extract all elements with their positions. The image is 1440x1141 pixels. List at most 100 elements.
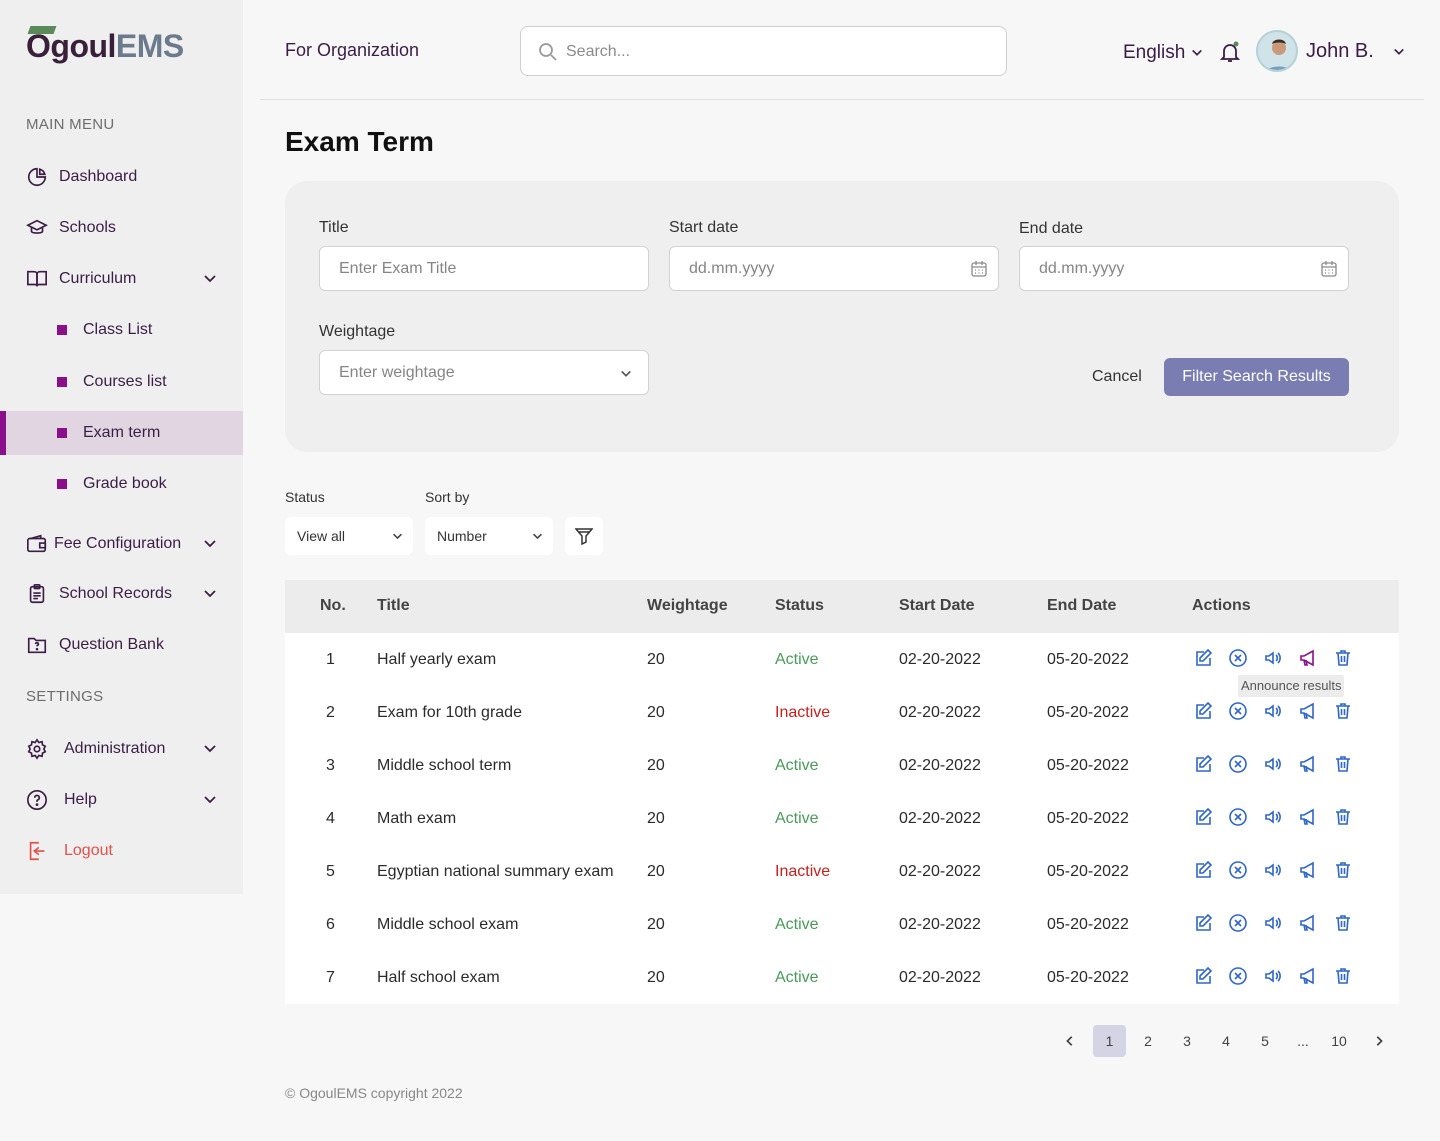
- pagination-page[interactable]: 5: [1251, 1025, 1279, 1057]
- avatar[interactable]: [1256, 30, 1298, 72]
- pagination-prev[interactable]: [1058, 1025, 1082, 1057]
- search-input[interactable]: [566, 39, 986, 65]
- pagination-page[interactable]: 3: [1173, 1025, 1201, 1057]
- sidebar-item-label: Logout: [64, 842, 113, 859]
- edit-icon[interactable]: [1193, 913, 1213, 933]
- deactivate-icon[interactable]: [1228, 913, 1248, 933]
- cell-title: Half yearly exam: [377, 651, 497, 668]
- deactivate-icon[interactable]: [1228, 648, 1248, 668]
- calendar-icon[interactable]: [1320, 260, 1338, 278]
- sidebar-item-question-bank[interactable]: Question Bank: [0, 623, 243, 667]
- delete-icon[interactable]: [1333, 807, 1353, 827]
- weightage-select[interactable]: Enter weightage: [319, 350, 649, 395]
- app-logo[interactable]: OgoulEMS: [26, 28, 184, 65]
- sidebar-item-dashboard[interactable]: Dashboard: [0, 155, 243, 199]
- filter-button[interactable]: [565, 517, 603, 555]
- announce-results-icon[interactable]: [1298, 754, 1318, 774]
- announce-results-icon[interactable]: [1298, 701, 1318, 721]
- announce-results-icon[interactable]: [1298, 913, 1318, 933]
- sidebar-item-schools[interactable]: Schools: [0, 206, 243, 250]
- pagination-page[interactable]: 1: [1093, 1025, 1126, 1057]
- announce-results-icon[interactable]: [1298, 860, 1318, 880]
- sidebar-item-label: School Records: [59, 585, 172, 602]
- delete-icon[interactable]: [1333, 754, 1353, 774]
- start-date-input[interactable]: dd.mm.yyyy: [669, 246, 999, 291]
- speaker-icon[interactable]: [1263, 701, 1283, 721]
- edit-icon[interactable]: [1193, 701, 1213, 721]
- sort-by-select[interactable]: Number: [425, 517, 553, 555]
- title-placeholder: Enter Exam Title: [339, 260, 457, 277]
- cell-status: Active: [775, 969, 819, 986]
- bell-icon[interactable]: [1218, 40, 1242, 64]
- column-header-no[interactable]: No.: [320, 597, 346, 615]
- chevron-down-icon: [393, 533, 402, 540]
- language-selector[interactable]: English: [1123, 42, 1203, 64]
- column-header-weightage[interactable]: Weightage: [647, 597, 728, 615]
- pagination-next[interactable]: [1367, 1025, 1391, 1057]
- title-input[interactable]: Enter Exam Title: [319, 246, 649, 291]
- column-header-status[interactable]: Status: [775, 597, 824, 615]
- delete-icon[interactable]: [1333, 966, 1353, 986]
- pagination-page[interactable]: 10: [1325, 1025, 1353, 1057]
- sidebar-item-help[interactable]: Help: [0, 778, 243, 822]
- pagination-page[interactable]: 2: [1134, 1025, 1162, 1057]
- cell-title: Exam for 10th grade: [377, 704, 522, 721]
- sidebar-subitem-grade-book[interactable]: Grade book: [0, 462, 243, 506]
- end-date-input[interactable]: dd.mm.yyyy: [1019, 246, 1349, 291]
- sidebar-subitem-courses-list[interactable]: Courses list: [0, 360, 243, 404]
- edit-icon[interactable]: [1193, 807, 1213, 827]
- announce-results-icon[interactable]: [1298, 966, 1318, 986]
- pagination-page[interactable]: 4: [1212, 1025, 1240, 1057]
- speaker-icon[interactable]: [1263, 913, 1283, 933]
- speaker-icon[interactable]: [1263, 807, 1283, 827]
- sidebar-item-curriculum[interactable]: Curriculum: [0, 257, 243, 301]
- sidebar-item-school-records[interactable]: School Records: [0, 572, 243, 616]
- sidebar-item-label: Fee Configuration: [54, 535, 182, 552]
- sidebar-item-fee-configuration[interactable]: Fee Configuration: [0, 522, 243, 566]
- settings-heading: SETTINGS: [26, 688, 104, 705]
- deactivate-icon[interactable]: [1228, 807, 1248, 827]
- column-header-end-date[interactable]: End Date: [1047, 597, 1116, 615]
- edit-icon[interactable]: [1193, 754, 1213, 774]
- column-header-start-date[interactable]: Start Date: [899, 597, 975, 615]
- delete-icon[interactable]: [1333, 701, 1353, 721]
- cell-weightage: 20: [647, 969, 665, 986]
- calendar-icon[interactable]: [970, 260, 988, 278]
- username[interactable]: John B.: [1306, 40, 1374, 63]
- sidebar-item-logout[interactable]: Logout: [0, 829, 243, 873]
- deactivate-icon[interactable]: [1228, 860, 1248, 880]
- speaker-icon[interactable]: [1263, 754, 1283, 774]
- deactivate-icon[interactable]: [1228, 966, 1248, 986]
- sidebar-subitem-label: Courses list: [83, 373, 167, 390]
- start-date-label: Start date: [669, 219, 739, 236]
- cell-start-date: 02-20-2022: [899, 810, 981, 827]
- column-header-title[interactable]: Title: [377, 597, 410, 615]
- announce-results-icon[interactable]: [1298, 648, 1318, 668]
- chevron-down-icon: [204, 745, 216, 753]
- cell-start-date: 02-20-2022: [899, 916, 981, 933]
- edit-icon[interactable]: [1193, 860, 1213, 880]
- speaker-icon[interactable]: [1263, 648, 1283, 668]
- org-label[interactable]: For Organization: [285, 40, 419, 61]
- status-filter-select[interactable]: View all: [285, 517, 413, 555]
- delete-icon[interactable]: [1333, 648, 1353, 668]
- delete-icon[interactable]: [1333, 913, 1353, 933]
- chevron-down-icon: [204, 540, 216, 548]
- edit-icon[interactable]: [1193, 966, 1213, 986]
- speaker-icon[interactable]: [1263, 860, 1283, 880]
- gear-icon: [27, 738, 47, 760]
- filter-search-results-button[interactable]: Filter Search Results: [1164, 358, 1349, 396]
- search-box[interactable]: [520, 26, 1007, 76]
- delete-icon[interactable]: [1333, 860, 1353, 880]
- sidebar-subitem-exam-term[interactable]: Exam term: [0, 411, 243, 455]
- chevron-down-icon[interactable]: [1393, 46, 1405, 58]
- sidebar-item-administration[interactable]: Administration: [0, 727, 243, 771]
- announce-results-icon[interactable]: [1298, 807, 1318, 827]
- edit-icon[interactable]: [1193, 648, 1213, 668]
- deactivate-icon[interactable]: [1228, 701, 1248, 721]
- sidebar-subitem-class-list[interactable]: Class List: [0, 308, 243, 352]
- table-row: 6 Middle school exam 20 Active 02-20-2022 05-…: [285, 898, 1399, 951]
- speaker-icon[interactable]: [1263, 966, 1283, 986]
- cancel-button[interactable]: Cancel: [1092, 368, 1142, 386]
- deactivate-icon[interactable]: [1228, 754, 1248, 774]
